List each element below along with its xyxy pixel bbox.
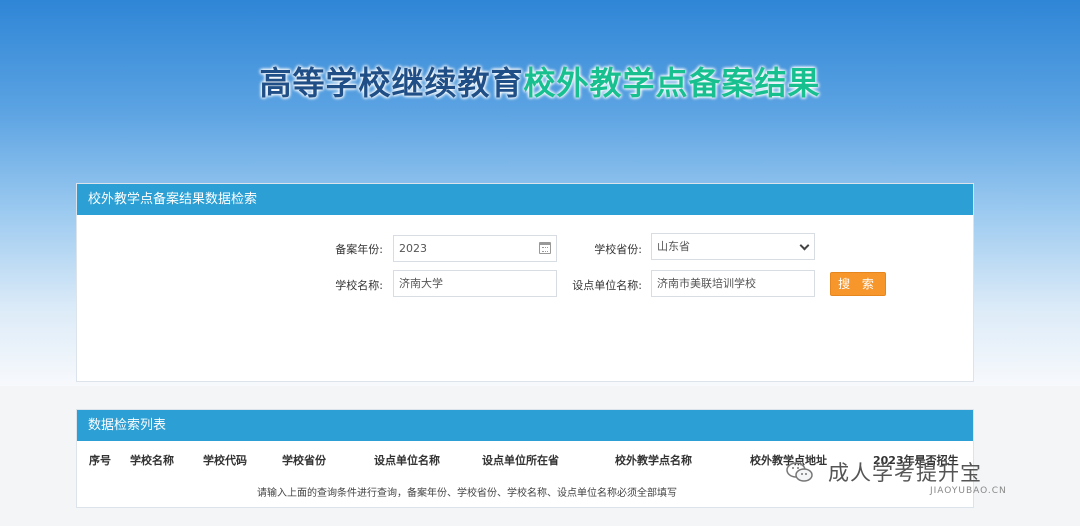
year-label: 备案年份: — [335, 243, 383, 256]
chevron-down-icon — [799, 240, 810, 251]
year-value: 2023 — [399, 242, 427, 255]
watermark-sub: JIAOYUBAO.CN — [930, 486, 1007, 496]
page-title-part2: 校外教学点备案结果 — [523, 64, 821, 102]
column-header: 设点单位名称 — [374, 454, 440, 467]
empty-message: 请输入上面的查询条件进行查询，备案年份、学校省份、学校名称、设点单位名称必须全部… — [257, 488, 677, 499]
province-label: 学校省份: — [594, 243, 642, 256]
school-name-value: 济南大学 — [399, 277, 443, 290]
province-value: 山东省 — [657, 240, 690, 253]
watermark: 成人学考提升宝 JIAOYUBAO.CN — [780, 449, 1080, 509]
page-title: 高等学校继续教育校外教学点备案结果 — [0, 58, 1080, 104]
column-header: 设点单位所在省 — [482, 454, 559, 467]
column-header: 学校省份 — [282, 454, 326, 467]
unit-label: 设点单位名称: — [572, 279, 642, 292]
column-header: 序号 — [89, 454, 111, 467]
page-title-part1: 高等学校继续教育 — [259, 64, 524, 102]
unit-name-input[interactable]: 济南市美联培训学校 — [651, 270, 815, 297]
unit-name-value: 济南市美联培训学校 — [657, 277, 756, 290]
province-select[interactable]: 山东省 — [651, 233, 815, 260]
wechat-icon — [786, 462, 813, 482]
search-panel-title: 校外教学点备案结果数据检索 — [77, 184, 973, 215]
result-panel-title: 数据检索列表 — [77, 410, 973, 441]
search-button[interactable]: 搜 索 — [830, 272, 886, 296]
column-header: 学校代码 — [203, 454, 247, 467]
column-header: 学校名称 — [130, 454, 174, 467]
search-panel: 校外教学点备案结果数据检索 备案年份: 2023 学校省份: 山东省 学校名称:… — [76, 183, 974, 382]
watermark-text: 成人学考提升宝 — [828, 461, 982, 485]
column-header: 校外教学点名称 — [615, 454, 692, 467]
school-label: 学校名称: — [335, 279, 383, 292]
